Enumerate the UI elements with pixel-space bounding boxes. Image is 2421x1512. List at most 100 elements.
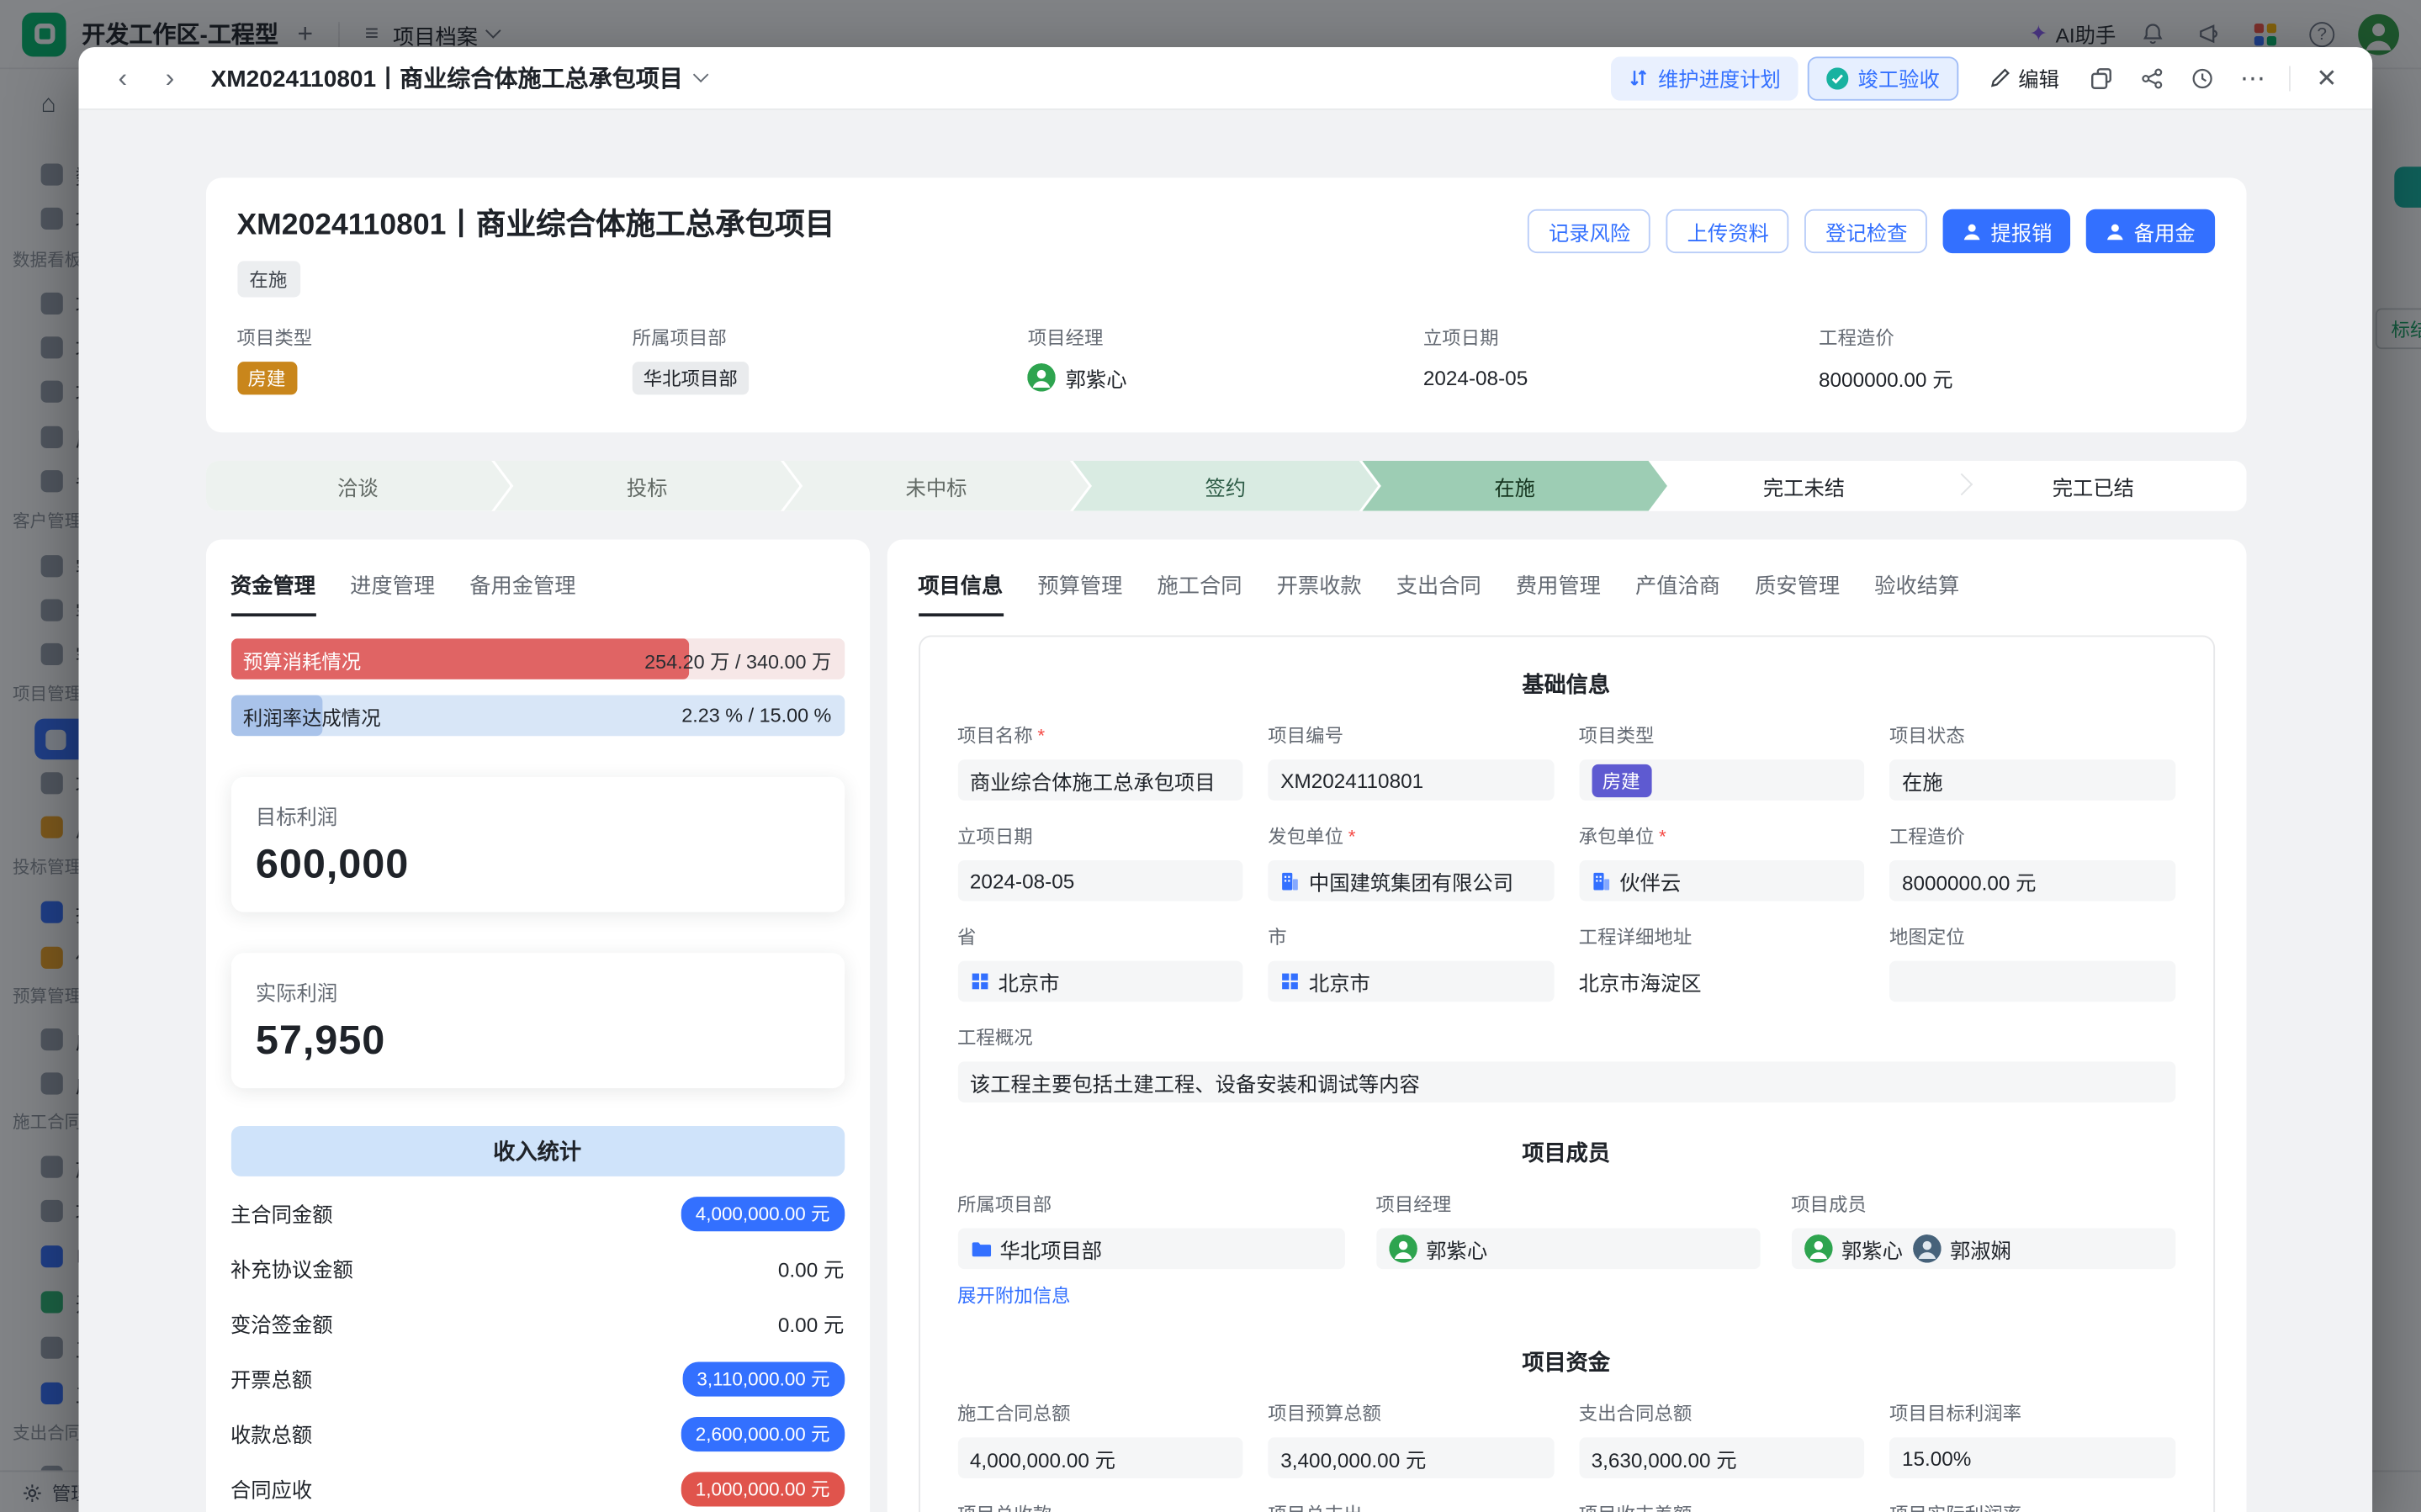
prev-record-button[interactable]: ‹ xyxy=(103,59,141,97)
field-value[interactable]: XM2024110801 xyxy=(1268,759,1553,801)
progress-label: 预算消耗情况 xyxy=(243,638,361,679)
field-value[interactable]: 郭紫心 郭淑娴 xyxy=(1791,1229,2175,1270)
record-risk-button[interactable]: 记录风险 xyxy=(1528,209,1651,253)
field-label: 项目成员 xyxy=(1791,1191,1867,1218)
row-label: 合同应收 xyxy=(230,1473,312,1504)
share-icon[interactable] xyxy=(2132,57,2173,98)
step-finished-settled[interactable]: 完工已结 xyxy=(1941,461,2246,511)
close-icon[interactable]: ✕ xyxy=(2307,57,2348,98)
field-start-date: 立项日期 2024-08-05 xyxy=(957,822,1242,901)
history-clock-icon[interactable] xyxy=(2182,57,2223,98)
field-value[interactable]: 4,000,000.00 元 xyxy=(957,1437,1242,1478)
tab-progress-management[interactable]: 进度管理 xyxy=(350,558,435,616)
field-value[interactable]: 3,400,000.00 元 xyxy=(1268,1437,1553,1478)
row-label: 开票总额 xyxy=(230,1363,312,1393)
tab-label: 开票收款 xyxy=(1277,574,1362,598)
register-inspection-button[interactable]: 登记检查 xyxy=(1805,209,1928,253)
more-actions-icon[interactable]: ⋯ xyxy=(2233,57,2274,98)
modal-title[interactable]: XM2024110801丨商业综合体施工总承包项目 xyxy=(211,61,707,94)
status-badge: 在施 xyxy=(236,261,299,297)
tab-construction-contract[interactable]: 施工合同 xyxy=(1157,558,1242,616)
tab-output-negotiation[interactable]: 产值洽商 xyxy=(1635,558,1720,616)
field-value[interactable]: 15.00% xyxy=(1889,1437,2175,1478)
summary-field-department: 所属项目部 华北项目部 xyxy=(633,324,1028,394)
field-label: 项目预算总额 xyxy=(1268,1399,1381,1426)
project-info-form: 基础信息 项目名称* 商业综合体施工总承包项目 项目编号 XM202411080… xyxy=(918,636,2214,1512)
field-label: 市 xyxy=(1268,923,1286,950)
step-in-construction-active[interactable]: 在施 xyxy=(1362,461,1667,511)
tab-quality-safety[interactable]: 质安管理 xyxy=(1755,558,1840,616)
petty-cash-button[interactable]: 备用金 xyxy=(2087,209,2215,253)
project-actions: 记录风险 上传资料 登记检查 提报销 备用金 xyxy=(1528,209,2215,253)
field-value[interactable]: 8000000.00 元 xyxy=(1889,860,2175,901)
step-negotiation[interactable]: 洽谈 xyxy=(205,461,511,511)
row-value: 0.00 元 xyxy=(778,1308,844,1339)
field-value[interactable]: 华北项目部 xyxy=(957,1229,1344,1270)
start-date-value: 2024-08-05 xyxy=(1423,366,1528,389)
completion-acceptance-label: 竣工验收 xyxy=(1858,63,1940,93)
expand-extra-info-link[interactable]: 展开附加信息 xyxy=(957,1282,1344,1308)
field-value[interactable]: 房建 xyxy=(1579,759,1864,801)
field-value[interactable]: 3,630,000.00 元 xyxy=(1579,1437,1864,1478)
step-signed[interactable]: 签约 xyxy=(1073,461,1379,511)
field-target-profit-rate: 项目目标利润率 15.00% xyxy=(1889,1399,2175,1478)
row-value: 0.00 元 xyxy=(778,1253,844,1283)
tab-petty-cash-management[interactable]: 备用金管理 xyxy=(469,558,575,616)
tab-invoice-collection[interactable]: 开票收款 xyxy=(1277,558,1362,616)
project-info-panel: 项目信息 预算管理 施工合同 开票收款 支出合同 费用管理 产值洽商 质安管理 … xyxy=(887,539,2246,1512)
tab-expense-contract[interactable]: 支出合同 xyxy=(1396,558,1481,616)
field-value[interactable]: 中国建筑集团有限公司 xyxy=(1268,860,1553,901)
budget-consumption-progressbar: 预算消耗情况 254.20 万 / 340.00 万 xyxy=(230,638,844,679)
upload-file-button[interactable]: 上传资料 xyxy=(1666,209,1789,253)
field-value[interactable]: 伙伴云 xyxy=(1579,860,1864,901)
project-cost-value: 8000000.00 元 xyxy=(1819,362,1953,393)
tab-label: 验收结算 xyxy=(1874,574,1959,598)
field-value[interactable]: 北京市 xyxy=(1268,961,1553,1002)
required-marker: * xyxy=(1659,825,1666,847)
avatar xyxy=(1912,1234,1941,1263)
field-value[interactable]: 商业综合体施工总承包项目 xyxy=(957,759,1242,801)
field-value[interactable]: 北京市海淀区 xyxy=(1579,961,1864,1002)
maintain-schedule-button[interactable]: 维护进度计划 xyxy=(1611,56,1799,99)
field-label: 项目收支差额 xyxy=(1579,1500,1693,1512)
tab-acceptance-settlement[interactable]: 验收结算 xyxy=(1874,558,1959,616)
next-record-button[interactable]: › xyxy=(151,59,189,97)
row-value-pill: 1,000,000.00 元 xyxy=(681,1471,844,1505)
project-stage-stepper: 洽谈 投标 未中标 签约 在施 完工未结 完工已结 xyxy=(205,461,2246,511)
row-invoiced-total: 开票总额 3,110,000.00 元 xyxy=(230,1351,844,1405)
divider xyxy=(2289,66,2291,91)
tab-funds-management[interactable]: 资金管理 xyxy=(230,558,315,616)
field-label: 工程造价 xyxy=(1889,822,1965,849)
edit-label: 编辑 xyxy=(2018,63,2059,93)
step-bidding[interactable]: 投标 xyxy=(495,461,800,511)
field-label: 项目总收款 xyxy=(957,1500,1052,1512)
copy-icon[interactable] xyxy=(2081,57,2122,98)
field-value[interactable]: 郭紫心 xyxy=(1375,1229,1759,1270)
field-value[interactable]: 北京市 xyxy=(957,961,1242,1002)
edit-button[interactable]: 编辑 xyxy=(1978,56,2072,99)
field-value[interactable]: 2024-08-05 xyxy=(957,860,1242,901)
field-value[interactable] xyxy=(1889,961,2175,1002)
field-label: 项目状态 xyxy=(1889,722,1965,748)
field-project-type: 项目类型 房建 xyxy=(1579,722,1864,801)
screen: 开发工作区-工程型 + ≡ 项目档案 ✦ AI助手 ? xyxy=(0,0,2421,1512)
step-not-won[interactable]: 未中标 xyxy=(784,461,1089,511)
project-type-badge: 房建 xyxy=(236,362,296,394)
completion-acceptance-button[interactable]: 竣工验收 xyxy=(1808,56,1959,99)
tab-project-info[interactable]: 项目信息 xyxy=(918,558,1003,616)
field-label: 项目类型 xyxy=(236,324,632,351)
field-label: 支出合同总额 xyxy=(1579,1399,1693,1426)
metric-value: 57,950 xyxy=(256,1016,818,1065)
field-value[interactable]: 该工程主要包括土建工程、设备安装和调试等内容 xyxy=(957,1061,2175,1102)
section-title-project-members: 项目成员 xyxy=(957,1137,2175,1168)
right-panel-tabs: 项目信息 预算管理 施工合同 开票收款 支出合同 费用管理 产值洽商 质安管理 … xyxy=(918,558,2214,616)
tab-fee-management[interactable]: 费用管理 xyxy=(1516,558,1601,616)
tab-budget-management[interactable]: 预算管理 xyxy=(1037,558,1122,616)
maintain-schedule-label: 维护进度计划 xyxy=(1658,63,1781,93)
income-stats-button[interactable]: 收入统计 xyxy=(230,1126,844,1176)
field-value[interactable]: 在施 xyxy=(1889,759,2175,801)
step-finished-unsettled[interactable]: 完工未结 xyxy=(1651,461,1957,511)
field-total-received: 项目总收款 2,600,000.00 元 xyxy=(957,1500,1242,1512)
field-expense-contract-total: 支出合同总额 3,630,000.00 元 xyxy=(1579,1399,1864,1478)
submit-expense-button[interactable]: 提报销 xyxy=(1943,209,2071,253)
